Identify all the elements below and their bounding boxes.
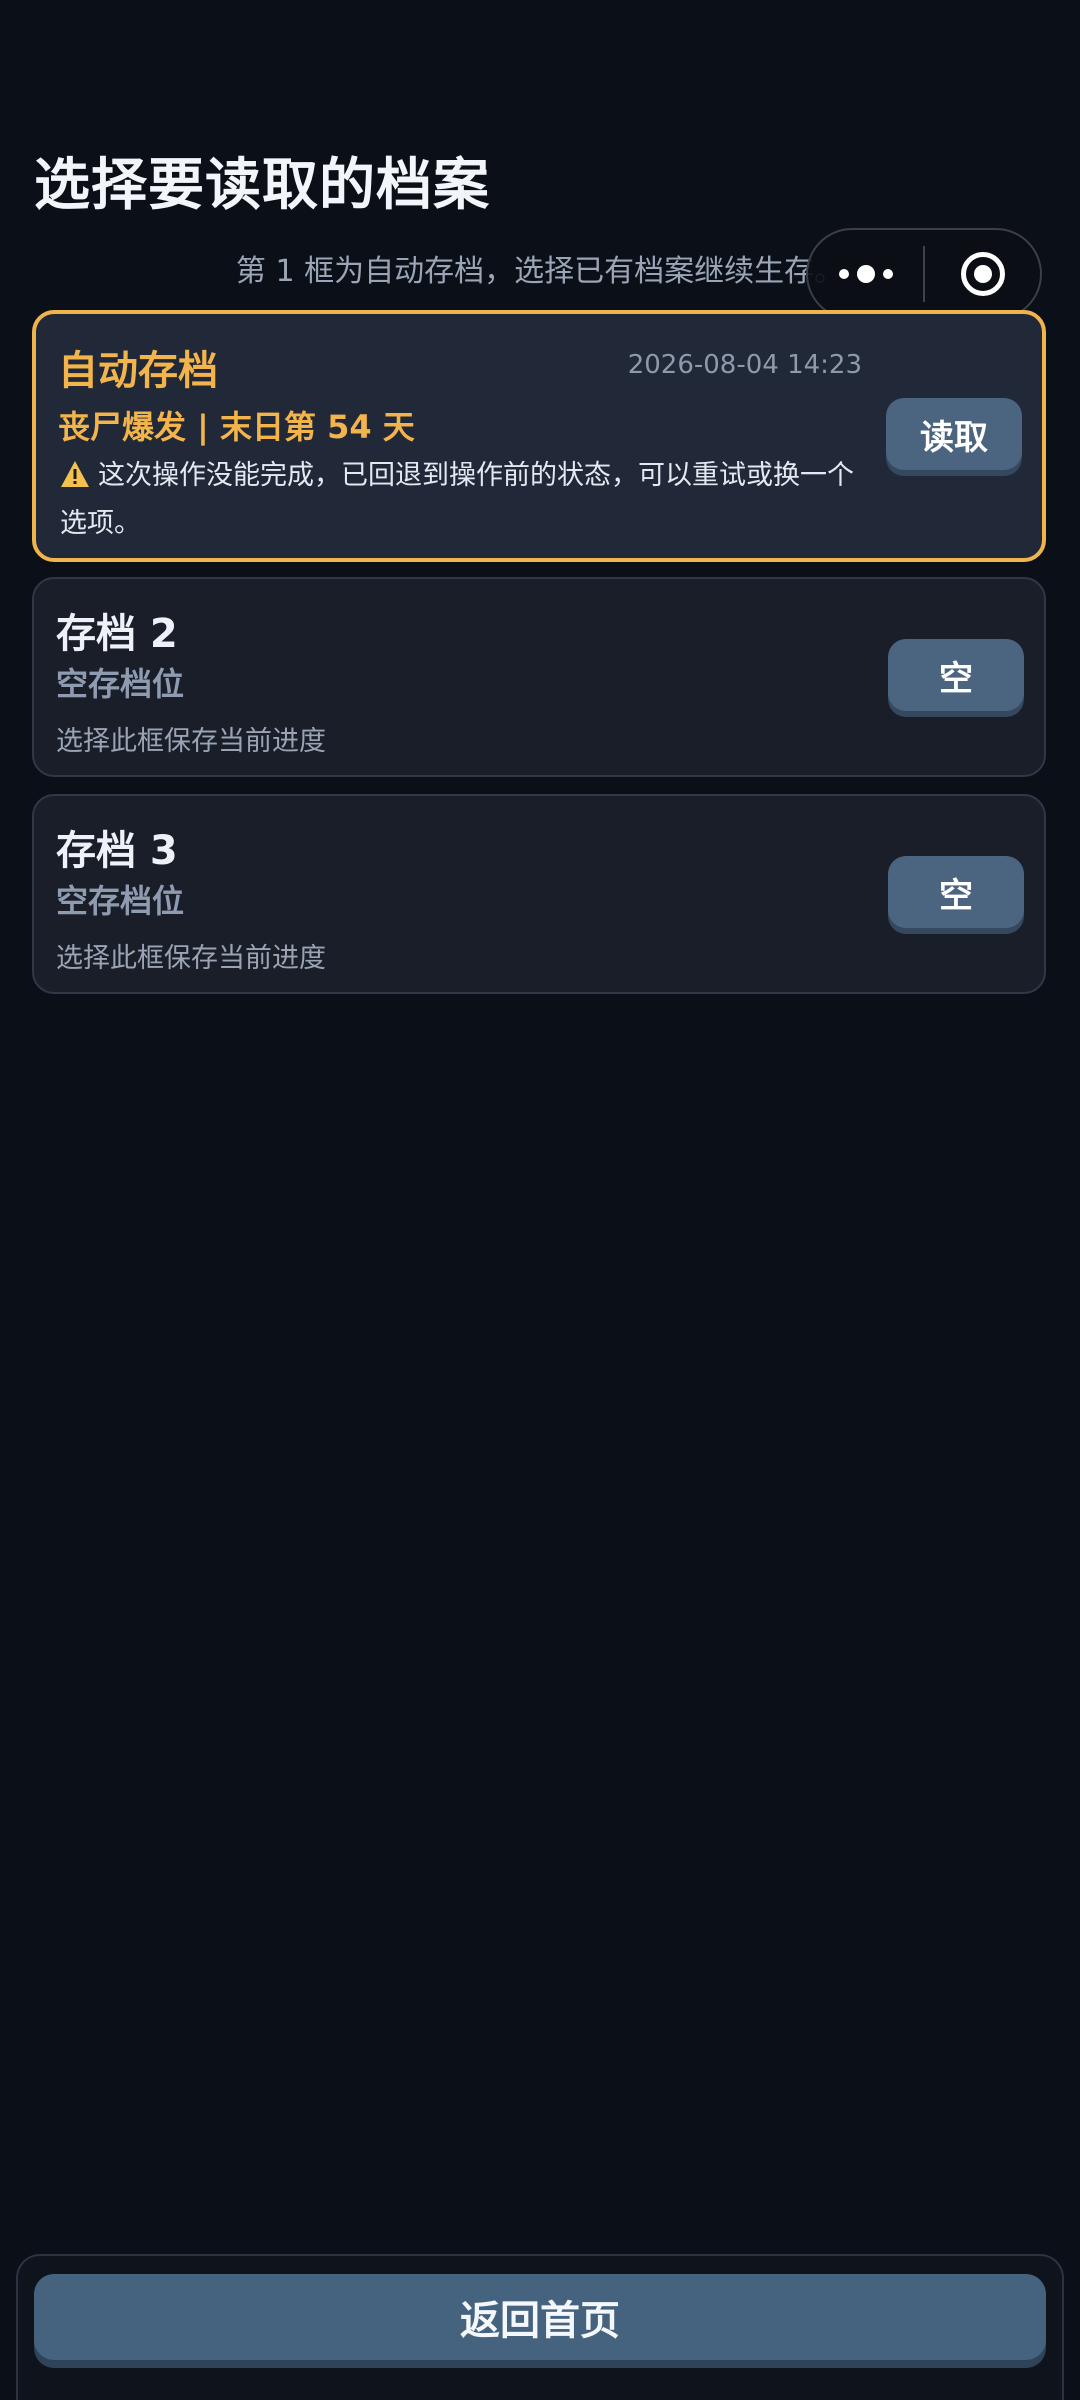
bottom-bar: 返回首页 [16,2254,1064,2400]
save-slot-auto[interactable]: 自动存档 2026-08-04 14:23 丧尸爆发 | 末日第 54 天 这次… [32,310,1046,562]
slot-title: 自动存档 [58,348,218,394]
more-menu-button[interactable] [808,230,923,318]
load-button[interactable]: 读取 [886,398,1022,470]
slot-status: 丧尸爆发 | 末日第 54 天 [58,408,415,446]
close-miniprogram-button[interactable] [925,230,1040,318]
warning-icon [61,461,89,487]
slot-title: 存档 2 [56,611,178,657]
slot-description: 选择此框保存当前进度 [56,726,326,757]
target-circle-icon [960,252,1005,296]
load-save-screen: 选择要读取的档案 第 1 框为自动存档，选择已有档案继续生存。 自动存档 202… [0,0,1080,2400]
empty-slot-button[interactable]: 空 [888,856,1024,928]
miniprogram-capsule [806,228,1042,320]
more-dots-icon [838,265,893,283]
save-slot-3[interactable]: 存档 3 空存档位 选择此框保存当前进度 空 [32,794,1046,994]
slot-status: 空存档位 [56,665,185,703]
slot-description: 选择此框保存当前进度 [56,943,326,974]
slot-title: 存档 3 [56,828,178,874]
slot-status: 空存档位 [56,882,185,920]
warning-text: 这次操作没能完成，已回退到操作前的状态，可以重试或换一个选项。 [60,460,854,539]
back-home-button[interactable]: 返回首页 [34,2274,1046,2360]
page-title: 选择要读取的档案 [34,153,490,218]
empty-slot-button[interactable]: 空 [888,639,1024,711]
save-slot-2[interactable]: 存档 2 空存档位 选择此框保存当前进度 空 [32,577,1046,777]
slot-timestamp: 2026-08-04 14:23 [627,350,862,380]
slot-warning: 这次操作没能完成，已回退到操作前的状态，可以重试或换一个选项。 [60,452,860,548]
